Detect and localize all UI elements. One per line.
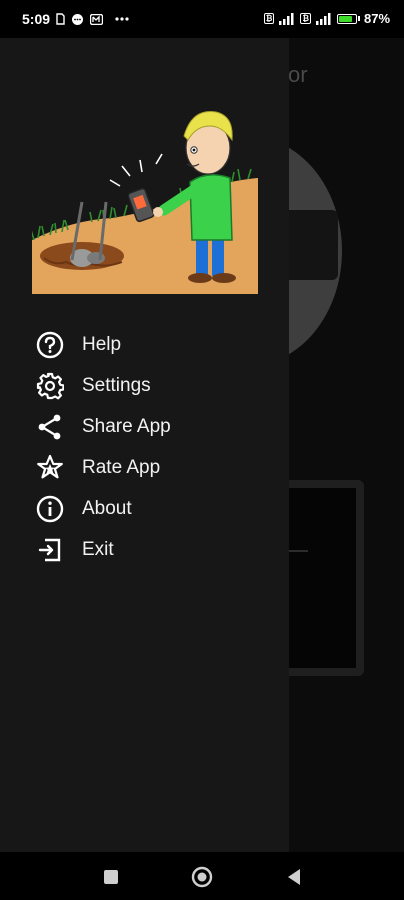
message-icon [71, 13, 84, 26]
menu-label: Exit [82, 538, 114, 560]
background-title: or [288, 62, 308, 87]
more-dots-icon [115, 17, 129, 21]
menu-item-share-app[interactable]: Share App [0, 406, 289, 447]
wifi-signal-badge-icon: ₿ [263, 13, 275, 24]
drawer-header-image [30, 90, 258, 294]
drawer-menu: Help Settings Share App Rate App About E… [0, 324, 289, 570]
signal-icon [278, 12, 296, 25]
sim-icon [56, 13, 65, 25]
wifi-signal-badge-icon: ₿ [300, 13, 311, 24]
home-icon[interactable] [191, 866, 213, 888]
system-nav-bar [0, 852, 404, 900]
menu-item-exit[interactable]: Exit [0, 529, 289, 570]
status-right: ₿ ₿ 87% [263, 11, 390, 26]
menu-label: Rate App [82, 456, 161, 478]
status-bar: 5:09 ₿ ₿ 87% [0, 0, 404, 38]
menu-item-about[interactable]: About [0, 488, 289, 529]
navigation-drawer: Help Settings Share App Rate App About E… [0, 38, 289, 852]
menu-item-rate-app[interactable]: Rate App [0, 447, 289, 488]
signal-icon [315, 12, 333, 25]
star-icon [35, 453, 65, 483]
gear-icon [35, 371, 65, 401]
battery-percent: 87 [363, 11, 379, 26]
menu-label: Share App [82, 415, 171, 437]
help-icon [35, 330, 65, 360]
battery-icon [336, 13, 360, 24]
background-divider [288, 550, 308, 552]
status-time: 5:09 [22, 11, 51, 27]
recent-apps-icon[interactable] [100, 866, 122, 888]
info-icon [35, 494, 65, 524]
app-icon [90, 13, 104, 25]
status-left: 5:09 [22, 11, 129, 27]
back-icon[interactable] [283, 866, 305, 888]
menu-label: About [82, 497, 132, 519]
exit-icon [35, 535, 65, 565]
menu-label: Help [82, 333, 122, 355]
menu-item-help[interactable]: Help [0, 324, 289, 365]
menu-label: Settings [82, 374, 151, 396]
menu-item-settings[interactable]: Settings [0, 365, 289, 406]
share-icon [35, 412, 65, 442]
